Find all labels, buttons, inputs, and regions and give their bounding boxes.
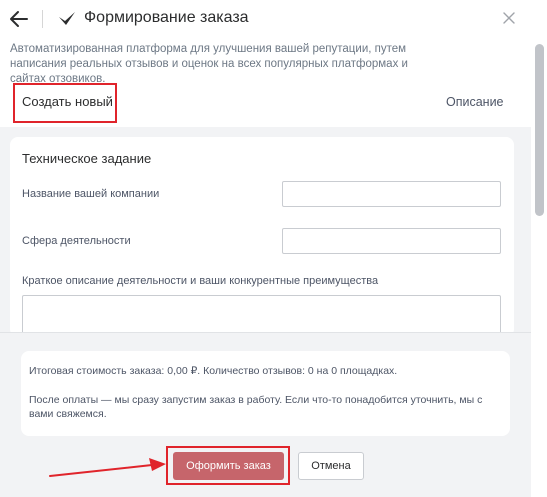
activity-description-label: Краткое описание деятельности и ваши кон… [22, 275, 379, 287]
tab-description[interactable]: Описание [446, 95, 504, 109]
scrollbar-thumb[interactable] [535, 44, 544, 216]
place-order-button[interactable]: Оформить заказ [173, 452, 284, 480]
checkmark-logo-icon [58, 9, 76, 27]
tab-create-new[interactable]: Создать новый [22, 94, 113, 109]
activity-field-label: Сфера деятельности [22, 235, 131, 247]
company-name-label: Название вашей компании [22, 188, 160, 200]
header-bar [0, 0, 547, 40]
activity-field-input[interactable] [282, 228, 501, 254]
order-total-text: Итоговая стоимость заказа: 0,00 ₽. Колич… [29, 365, 398, 377]
section-title: Техническое задание [22, 151, 152, 166]
page-title: Формирование заказа [84, 9, 249, 26]
company-name-input[interactable] [282, 181, 501, 207]
red-arrow-icon [48, 452, 168, 480]
close-icon[interactable] [502, 11, 516, 25]
activity-description-textarea[interactable] [22, 295, 501, 337]
header-divider [42, 10, 43, 28]
footer-divider [0, 332, 531, 333]
platform-description: Автоматизированная платформа для улучшен… [10, 43, 408, 85]
cancel-button[interactable]: Отмена [298, 452, 364, 480]
arrow-left-icon[interactable] [8, 8, 30, 30]
after-payment-text: После оплаты — мы сразу запустим заказ в… [29, 394, 483, 420]
